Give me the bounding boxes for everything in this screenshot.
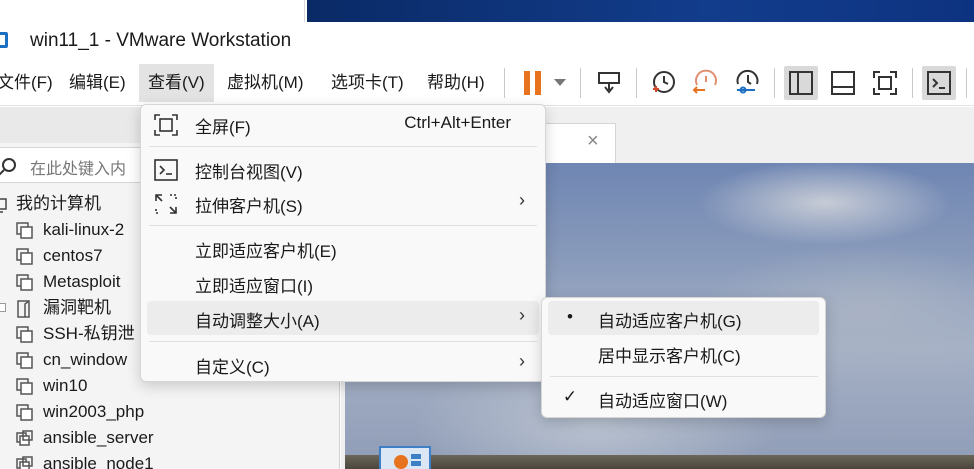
submenu-item-autofit-window[interactable]: ✓ 自动适应窗口(W) [548,381,819,415]
submenu-arrow-icon: › [519,305,525,325]
menu-file[interactable]: 文件(F) [0,64,62,102]
menu-item-label: 立即适应窗口(I) [195,277,314,296]
menu-vm[interactable]: 虚拟机(M) [218,64,312,102]
menu-item-label: 自动调整大小(A) [195,312,320,331]
guest-desktop-icon[interactable] [379,446,431,469]
toolbar-separator [636,68,637,98]
toolbar-separator [966,68,967,98]
title-bar[interactable]: win11_1 - VMware Workstation [0,22,974,60]
autosize-submenu: • 自动适应客户机(G) 居中显示客户机(C) ✓ 自动适应窗口(W) [541,297,826,418]
background-strip [0,0,974,22]
vm-icon [16,248,33,265]
close-icon[interactable]: × [587,130,599,153]
menu-item-label: 自定义(C) [195,358,270,377]
vm-icon [16,222,33,239]
snapshot-revert-icon[interactable] [688,66,722,100]
menu-item-fit-guest-now[interactable]: 立即适应客户机(E) [147,231,539,265]
tree-item-label: 漏洞靶机 [43,298,111,317]
tree-item-label: win2003_php [43,402,145,421]
tree-item-label: ansible_node1 [43,454,154,469]
submenu-item-label: 自动适应客户机(G) [598,312,742,331]
console-view-icon[interactable] [922,66,956,100]
dropdown-arrow-icon[interactable] [546,66,574,100]
expand-icon[interactable] [0,303,6,312]
search-icon [0,156,20,183]
shared-vm-icon [16,456,33,469]
show-thumbnail-bar-icon[interactable] [826,66,860,100]
menu-bar: 文件(F) 编辑(E) 查看(V) 虚拟机(M) 选项卡(T) 帮助(H) [0,62,974,106]
folder-icon [16,300,32,318]
submenu-item-center-guest[interactable]: 居中显示客户机(C) [548,336,819,370]
menu-tabs[interactable]: 选项卡(T) [322,64,413,102]
show-library-icon[interactable] [784,66,818,100]
tree-item-label: 我的计算机 [16,194,101,213]
tree-item-label: win10 [43,376,88,395]
menu-item-label: 全屏(F) [195,118,251,137]
tree-item-label: cn_window [43,350,128,369]
toolbar-separator [912,68,913,98]
tree-item-label: kali-linux-2 [43,220,125,239]
tree-item-label: SSH-私钥泄 [43,324,135,343]
search-placeholder: 在此处键入内 [30,161,127,178]
menu-help[interactable]: 帮助(H) [418,64,494,102]
vm-icon [16,326,33,343]
menu-item-label: 控制台视图(V) [195,163,303,182]
vm-icon [16,378,33,395]
menu-separator [149,341,537,342]
tree-item-label: centos7 [43,246,103,265]
vm-icon [16,404,33,421]
menu-item-fit-window-now[interactable]: 立即适应窗口(I) [147,266,539,300]
submenu-arrow-icon: › [519,351,525,371]
menu-item-shortcut: Ctrl+Alt+Enter [404,113,511,132]
vm-icon [16,352,33,369]
menu-item-customize[interactable]: 自定义(C) › [147,347,539,381]
menu-edit[interactable]: 编辑(E) [60,64,135,102]
submenu-item-label: 自动适应窗口(W) [598,392,728,411]
menu-item-stretch-guest[interactable]: 拉伸客户机(S) › [147,186,539,220]
computer-icon [0,196,8,213]
vmware-app-icon [0,32,8,48]
view-menu-dropdown: 全屏(F) Ctrl+Alt+Enter 控制台视图(V) 拉伸客户机(S) ›… [140,104,546,382]
menu-item-console-view[interactable]: 控制台视图(V) [147,152,539,186]
console-icon [153,158,178,181]
submenu-item-autofit-guest[interactable]: • 自动适应客户机(G) [548,301,819,335]
menu-item-label: 拉伸客户机(S) [195,197,303,216]
full-screen-icon[interactable] [868,66,902,100]
submenu-item-label: 居中显示客户机(C) [598,347,741,366]
radio-selected-icon: • [567,307,573,326]
toolbar-separator [504,68,505,98]
window-title: win11_1 - VMware Workstation [30,30,292,51]
menu-separator [550,376,818,377]
checkmark-icon: ✓ [562,387,578,406]
vm-icon [16,274,33,291]
fullscreen-icon [153,113,178,136]
menu-item-label: 立即适应客户机(E) [195,242,337,261]
menu-view[interactable]: 查看(V) [139,64,214,102]
menu-separator [149,146,537,147]
host-desktop [307,0,974,22]
menu-item-autosize[interactable]: 自动调整大小(A) › [147,301,539,335]
toolbar-separator [774,68,775,98]
menu-separator [149,225,537,226]
shared-vm-icon [16,430,33,447]
submenu-arrow-icon: › [519,190,525,210]
guest-wallpaper-ground [345,455,974,469]
toolbar-separator [580,68,581,98]
send-ctrl-alt-del-icon[interactable] [592,66,626,100]
tree-item-label: Metasploit [43,272,121,291]
snapshot-take-icon[interactable] [646,66,680,100]
snapshot-manager-icon[interactable] [730,66,764,100]
menu-item-fullscreen[interactable]: 全屏(F) Ctrl+Alt+Enter [147,107,539,141]
stretch-icon [153,192,177,214]
background-window [0,0,305,22]
tree-item-label: ansible_server [43,428,154,447]
pause-icon[interactable] [516,66,550,100]
